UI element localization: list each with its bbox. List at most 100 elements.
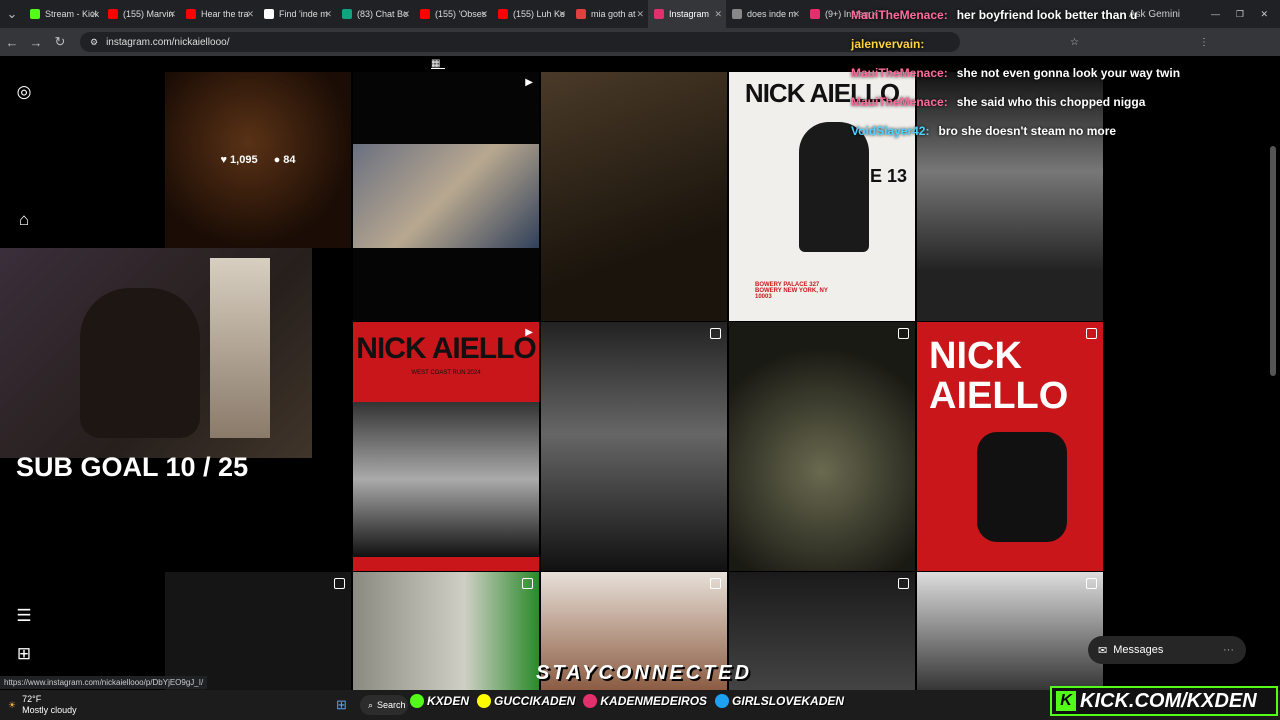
post-thumbnail[interactable] [165, 572, 351, 692]
messages-button[interactable]: ✉ Messages ··· [1088, 636, 1246, 664]
also-from-meta-icon[interactable]: ⊞ [14, 644, 34, 664]
post-thumbnail[interactable] [917, 572, 1103, 692]
tab-favicon-icon [186, 9, 196, 19]
post-thumbnail[interactable]: NICK AIELLO [917, 322, 1103, 571]
post-thumbnail[interactable]: NICK AIELLO WEST COAST RUN 2024 ▶ [353, 322, 539, 571]
tab-favicon-icon [810, 9, 820, 19]
carousel-icon [1086, 328, 1097, 339]
post-thumbnail[interactable]: ♥ 1,095 ● 84 [165, 72, 351, 248]
kick-url-text: KICK.COM/KXDEN [1080, 689, 1257, 712]
weather-status: Mostly cloudy [22, 705, 77, 715]
tab-search-icon[interactable]: ⌄ [0, 6, 24, 22]
tab-favicon-icon [732, 9, 742, 19]
streamer-figure [80, 288, 200, 438]
chat-message: MauiTheMenace: she not even gonna look yo… [842, 58, 1280, 87]
post-thumbnail[interactable] [729, 572, 915, 692]
tab-close-icon[interactable]: ✕ [246, 9, 254, 20]
kick-logo-icon: K [1056, 691, 1076, 711]
tab-strip: Stream - Kick ✕ (155) Marvin ✕ Hear the tra ✕… [24, 0, 882, 28]
tab-close-icon[interactable]: ✕ [558, 9, 566, 20]
tab-close-icon[interactable]: ✕ [168, 9, 176, 20]
kick-icon [410, 694, 424, 708]
scrollbar[interactable] [1270, 146, 1276, 376]
post-thumbnail[interactable] [541, 72, 727, 321]
url-text: instagram.com/nickaiellooo/ [106, 36, 230, 48]
tab-favicon-icon [342, 9, 352, 19]
kick-url-banner: K KICK.COM/KXDEN [1050, 686, 1278, 716]
sub-goal-label: SUB GOAL 10 / 25 [16, 452, 249, 482]
instagram-logo-icon[interactable]: ◎ [14, 82, 34, 102]
tab-favicon-icon [108, 9, 118, 19]
chat-text: she not even gonna look your way twin [956, 65, 1181, 80]
social-kick: KXDEN [410, 694, 469, 708]
tab-favicon-icon [654, 9, 664, 19]
tab-label: (83) Chat Bo [357, 9, 409, 19]
chat-message: MauiTheMenace: she said who this chopped … [842, 87, 1280, 116]
post-image [353, 144, 539, 248]
browser-tab[interactable]: Find 'inde m ✕ [258, 0, 336, 28]
browser-tab[interactable]: Stream - Kick ✕ [24, 0, 102, 28]
chat-message: jalenvervain: [842, 29, 1280, 58]
social-twitter: GIRLSLOVEKADEN [715, 694, 844, 708]
social-instagram: KADENMEDEIROS [583, 694, 707, 708]
post-thumbnail[interactable] [353, 572, 539, 692]
social-snapchat: GUCCIKADEN [477, 694, 575, 708]
chat-text: bro she doesn't steam no more [938, 123, 1117, 138]
carousel-icon [710, 328, 721, 339]
taskbar-search[interactable]: ⌕ Search [360, 695, 408, 715]
url-field[interactable]: ⚙ instagram.com/nickaiellooo/ [80, 32, 960, 52]
tab-close-icon[interactable]: ✕ [324, 9, 332, 20]
start-icon[interactable]: ⊞ [336, 697, 347, 713]
browser-tab[interactable]: (155) 'Obses ✕ [414, 0, 492, 28]
carousel-icon [334, 578, 345, 589]
tab-close-icon[interactable]: ✕ [714, 9, 722, 20]
more-icon: ··· [1223, 644, 1234, 656]
status-url: https://www.instagram.com/nickaiellooo/p… [0, 676, 208, 689]
browser-tab[interactable]: (83) Chat Bo ✕ [336, 0, 414, 28]
tab-close-icon[interactable]: ✕ [402, 9, 410, 20]
chat-message: MauiTheMenace: her boyfriend look better … [842, 0, 1280, 29]
tab-close-icon[interactable]: ✕ [636, 9, 644, 20]
post-thumbnail[interactable]: ▶ [353, 72, 539, 321]
post-thumbnail[interactable] [729, 322, 915, 571]
tab-label: mia goth at [591, 9, 636, 19]
instagram-icon [583, 694, 598, 708]
chat-text: her boyfriend look better than u [956, 7, 1138, 22]
carousel-icon [898, 578, 909, 589]
tab-close-icon[interactable]: ✕ [480, 9, 488, 20]
stay-connected-banner: STAYCONNECTED [536, 662, 753, 684]
home-icon[interactable]: ⌂ [14, 210, 34, 230]
chat-username: MauiTheMenace: [851, 7, 948, 22]
back-icon[interactable]: ← [0, 35, 24, 50]
forward-icon[interactable]: → [24, 35, 48, 50]
poster-title: NICK AIELLO [356, 332, 537, 365]
more-menu-icon[interactable]: ☰ [14, 606, 34, 626]
chat-username: MauiTheMenace: [851, 94, 948, 109]
weather-icon: ☀ [8, 699, 17, 710]
tab-favicon-icon [264, 9, 274, 19]
tab-label: Hear the tra [201, 9, 249, 19]
tab-close-icon[interactable]: ✕ [90, 9, 98, 20]
browser-tab[interactable]: does inde m ✕ [726, 0, 804, 28]
browser-tab[interactable]: mia goth at ✕ [570, 0, 648, 28]
like-count: ♥ 1,095 [220, 154, 258, 166]
messages-icon: ✉ [1098, 644, 1108, 657]
weather-widget[interactable]: 72°F Mostly cloudy [22, 694, 77, 716]
post-thumbnail[interactable] [541, 322, 727, 571]
tab-favicon-icon [498, 9, 508, 19]
browser-tab[interactable]: Instagram ✕ [648, 0, 726, 28]
chat-message: VoidSlayer42: bro she doesn't steam no mo… [842, 116, 1280, 145]
search-icon: ⌕ [368, 699, 374, 710]
skeleton-decor [210, 258, 270, 438]
browser-tab[interactable]: (155) Luh Ke ✕ [492, 0, 570, 28]
reload-icon[interactable]: ↻ [48, 34, 72, 50]
browser-tab[interactable]: (155) Marvin ✕ [102, 0, 180, 28]
poster-venue: BOWERY PALACE 327 BOWERY NEW YORK, NY 10… [755, 282, 828, 300]
messages-label: Messages [1113, 644, 1164, 656]
tab-favicon-icon [30, 9, 40, 19]
reel-icon: ▶ [525, 327, 533, 338]
snapchat-icon [477, 694, 492, 708]
browser-tab[interactable]: Hear the tra ✕ [180, 0, 258, 28]
tab-close-icon[interactable]: ✕ [792, 9, 800, 20]
site-info-icon[interactable]: ⚙ [90, 37, 98, 48]
